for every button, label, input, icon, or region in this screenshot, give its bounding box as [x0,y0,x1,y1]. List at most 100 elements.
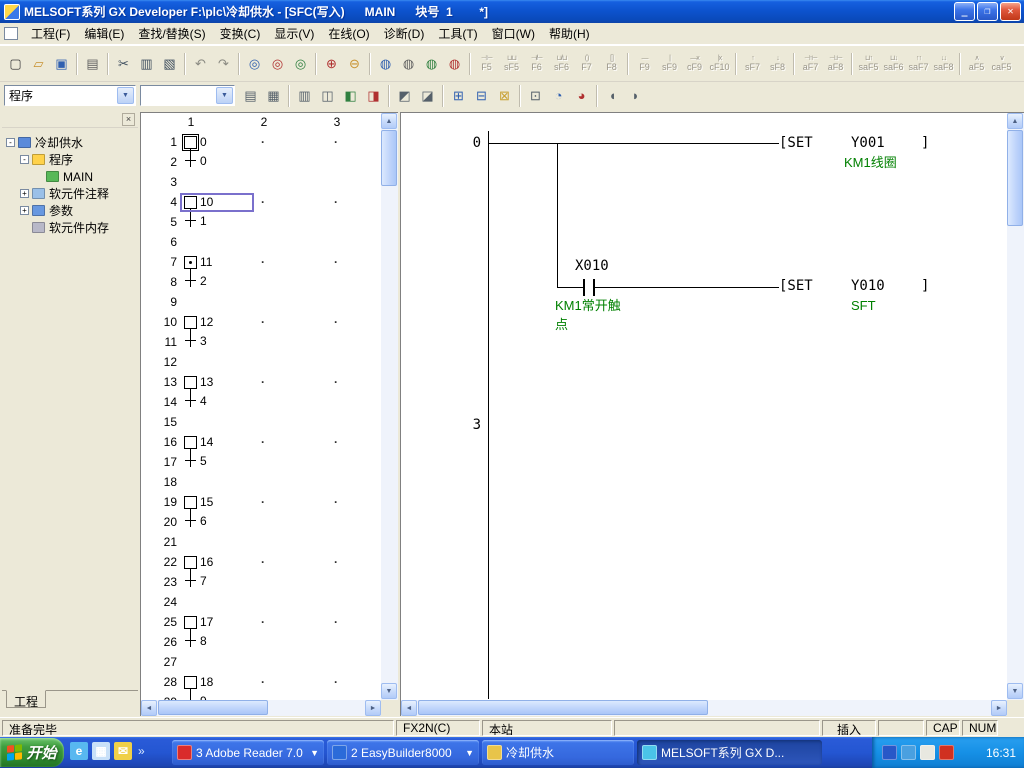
taskbar-task-0[interactable]: 3 Adobe Reader 7.0▼ [172,740,324,765]
fkey-saF6-button[interactable]: ⊔↓saF6 [881,48,906,79]
fkey-F9-button[interactable]: —F9 [632,48,657,79]
scroll-left-icon[interactable]: ◄ [141,700,157,716]
fkey-saF8-button[interactable]: ↓↓saF8 [931,48,956,79]
zoom-statement-button[interactable]: ◍ [420,52,443,75]
ime-tray-icon[interactable] [882,745,897,760]
find-instruction-button[interactable]: ◎ [266,52,289,75]
fkey-aF7-button[interactable]: ⊣↑⊢aF7 [798,48,823,79]
sfc-horizontal-scrollbar[interactable]: ◄ ► [141,700,381,716]
menu-item-6[interactable]: 诊断(D) [377,22,432,45]
alias-display-button[interactable]: ◩ [393,84,416,107]
sfc-vertical-scrollbar[interactable]: ▲ ▼ [381,113,398,700]
device-monitor-button[interactable]: ◪ [416,84,439,107]
rung0-set-instruction[interactable]: [SET [779,135,813,151]
copy-button[interactable]: ▥ [135,52,158,75]
fkey-F8-button[interactable]: [ ]F8 [599,48,624,79]
screen-print-button[interactable]: ▤ [239,84,262,107]
internet-explorer-icon[interactable]: e [70,742,88,760]
sfc-zoom-button[interactable]: ⊟ [470,84,493,107]
comment-display-button[interactable]: ◫ [316,84,339,107]
ladder-vertical-scrollbar[interactable]: ▲ ▼ [1007,113,1024,700]
tab-project[interactable]: 工程 [6,690,46,708]
program-mode-combobox[interactable]: 程序 ▼ [4,85,136,106]
scroll-up-icon[interactable]: ▲ [1007,113,1023,129]
sfc-hscroll-thumb[interactable] [158,700,268,715]
scroll-right-icon[interactable]: ► [365,700,381,716]
expand-icon[interactable]: + [20,206,29,215]
antivirus-tray-icon[interactable] [939,745,954,760]
chevron-down-icon[interactable]: ▼ [216,87,233,104]
quick-launch-chevron-icon[interactable]: » [138,744,145,758]
fkey-sF7-button[interactable]: ↑sF7 [740,48,765,79]
meter-tray-icon[interactable] [920,745,935,760]
menu-item-4[interactable]: 显示(V) [267,22,321,45]
ladder-hscroll-thumb[interactable] [418,700,708,715]
ladder-vscroll-thumb[interactable] [1007,130,1023,226]
mail-icon[interactable]: ✉ [114,742,132,760]
sfc-editor[interactable]: 12310··203410··516711··8291012··11312131… [141,113,381,700]
scroll-left-icon[interactable]: ◄ [401,700,417,716]
fkey-sF8-button[interactable]: ↓sF8 [765,48,790,79]
note-display-button[interactable]: ◨ [362,84,385,107]
tree-item-2[interactable]: MAIN [2,168,138,185]
rung0-device[interactable]: Y001 [851,135,885,151]
chevron-down-icon[interactable]: ▼ [117,87,134,104]
ladder-horizontal-scrollbar[interactable]: ◄ ► [401,700,1007,716]
sfc-step-box[interactable] [184,616,197,629]
program-check-button[interactable]: ⊕ [320,52,343,75]
fkey-F7-button[interactable]: ( )F7 [574,48,599,79]
redo-button[interactable]: ↷ [212,52,235,75]
sfc-block-list-button[interactable]: ⊞ [447,84,470,107]
find-contact-button[interactable]: ◎ [289,52,312,75]
fkey-aF5-button[interactable]: ∧aF5 [964,48,989,79]
fkey-F5-button[interactable]: ⊣ ⊢F5 [474,48,499,79]
save-project-button[interactable]: ▣ [50,52,73,75]
sfc-step-box[interactable] [184,676,197,689]
tree-item-1[interactable]: -程序 [2,151,138,168]
sfc-step-box[interactable] [184,436,197,449]
scroll-down-icon[interactable]: ▼ [381,683,397,699]
cut-button[interactable]: ✂ [112,52,135,75]
sfc-step-box[interactable] [184,496,197,509]
zoom-comment-button[interactable]: ◍ [397,52,420,75]
menu-item-3[interactable]: 变换(C) [213,22,268,45]
fkey-saF5-button[interactable]: ⊔↑saF5 [856,48,881,79]
scroll-down-icon[interactable]: ▼ [1007,683,1023,699]
close-button[interactable]: ✕ [1000,2,1021,21]
branch-set-instruction[interactable]: [SET [779,278,813,294]
branch-contact-device[interactable]: X010 [575,258,609,274]
expand-icon[interactable]: + [20,189,29,198]
sfc-vscroll-thumb[interactable] [381,130,397,186]
undo-button[interactable]: ↶ [189,52,212,75]
taskbar-clock[interactable]: 16:31 [986,746,1016,760]
child-window-icon[interactable] [4,27,18,40]
menu-item-0[interactable]: 工程(F) [24,22,77,45]
tree-item-4[interactable]: +参数 [2,202,138,219]
taskbar-task-1[interactable]: 2 EasyBuilder8000▼ [327,740,479,765]
start-button[interactable]: 开始 [0,738,64,767]
zoom-ladder-button[interactable]: ◍ [374,52,397,75]
menu-item-7[interactable]: 工具(T) [431,22,484,45]
collapse-icon[interactable]: - [6,138,15,147]
step-attribute-button[interactable]: ⊠ [493,84,516,107]
tree-item-0[interactable]: -冷却供水 [2,134,138,151]
new-project-button[interactable]: ▢ [4,52,27,75]
data-select-combobox[interactable]: ▼ [140,85,235,106]
block-parameter-button[interactable]: ⊡ [524,84,547,107]
fkey-cF9-button[interactable]: —xcF9 [682,48,707,79]
print-button[interactable]: ▤ [81,52,104,75]
taskbar-task-3[interactable]: MELSOFT系列 GX D... [637,740,822,765]
taskbar-task-2[interactable]: 冷却供水 [482,740,634,765]
write-mode-button[interactable]: ◕ [570,84,593,107]
menu-item-5[interactable]: 在线(O) [321,22,376,45]
menu-item-8[interactable]: 窗口(W) [485,22,542,45]
fkey-sF5-button[interactable]: ⊔⊔sF5 [499,48,524,79]
show-desktop-icon[interactable]: ▦ [92,742,110,760]
sfc-step-box[interactable] [184,316,197,329]
tree-item-3[interactable]: +软元件注释 [2,185,138,202]
restore-button[interactable]: ❐ [977,2,998,21]
sort-button[interactable]: ◗ [624,84,647,107]
menu-item-2[interactable]: 查找/替换(S) [131,22,212,45]
collapse-icon[interactable]: - [20,155,29,164]
fkey-aF8-button[interactable]: ⊣↓⊢aF8 [823,48,848,79]
